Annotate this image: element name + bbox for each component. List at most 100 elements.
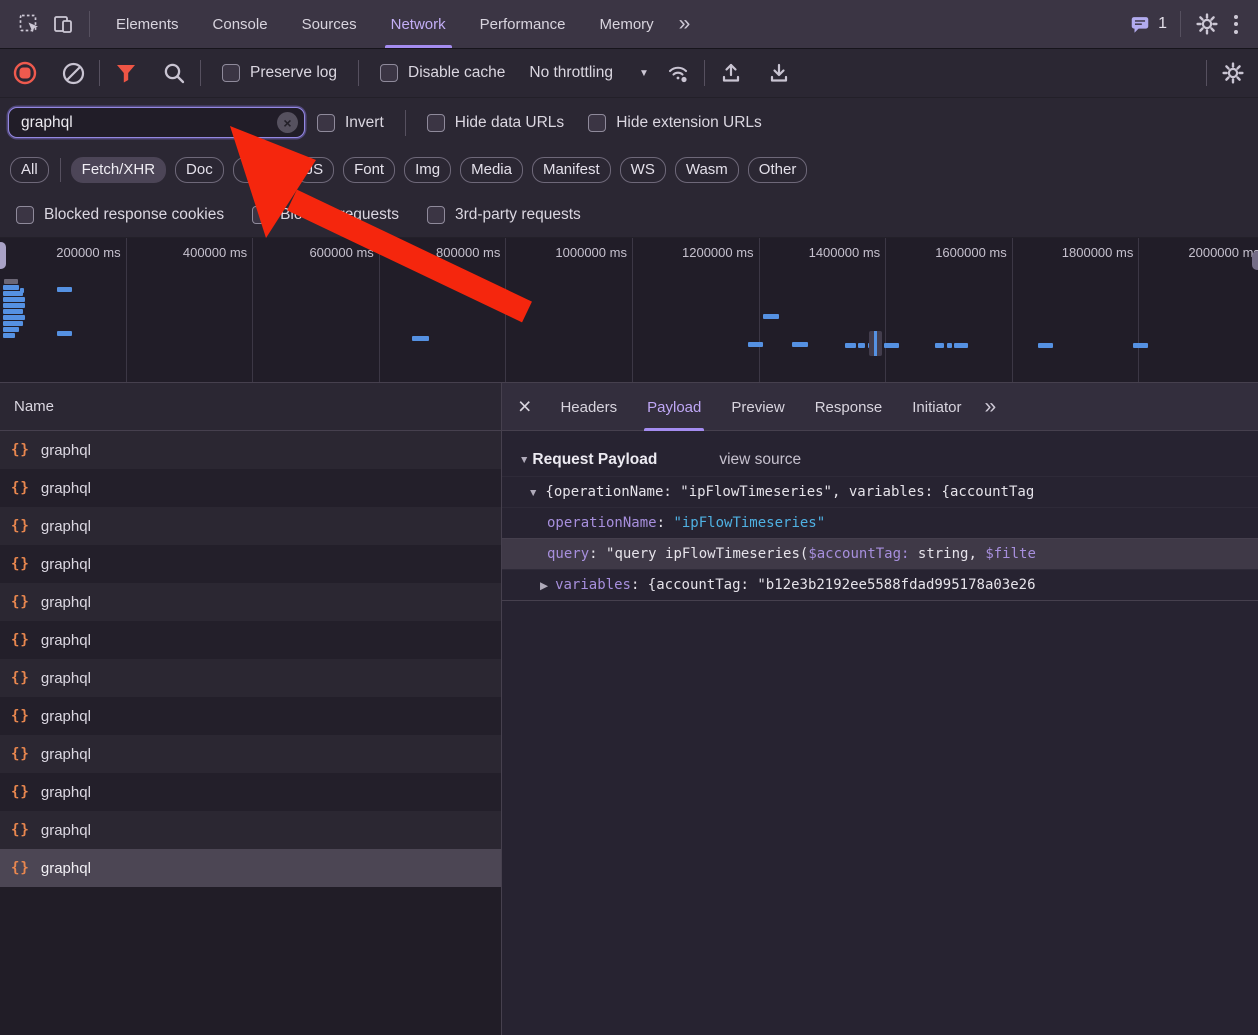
chip-font[interactable]: Font bbox=[343, 157, 395, 183]
payload-tree-row[interactable]: operationName: "ipFlowTimeseries" bbox=[502, 507, 1258, 538]
detail-tab-response[interactable]: Response bbox=[800, 383, 898, 431]
record-network-log-button[interactable] bbox=[8, 56, 42, 90]
close-details-icon[interactable]: × bbox=[518, 395, 531, 418]
device-toolbar-icon[interactable] bbox=[46, 7, 80, 41]
checkbox-box[interactable] bbox=[380, 64, 398, 82]
json-braces-icon: {} bbox=[11, 708, 30, 724]
chip-ws[interactable]: WS bbox=[620, 157, 666, 183]
name-column-header[interactable]: Name bbox=[0, 383, 501, 431]
request-payload-section[interactable]: ▼ Request Payload view source bbox=[502, 443, 1258, 476]
overview-scrollbar-nub[interactable] bbox=[1252, 251, 1258, 270]
chip-img[interactable]: Img bbox=[404, 157, 451, 183]
request-row[interactable]: {}graphql bbox=[0, 735, 501, 773]
filter-funnel-icon[interactable] bbox=[109, 56, 143, 90]
clear-network-log-button[interactable] bbox=[56, 56, 90, 90]
request-row[interactable]: {}graphql bbox=[0, 811, 501, 849]
blocked-response-cookies-checkbox[interactable]: Blocked response cookies bbox=[16, 206, 224, 224]
checkbox-box[interactable] bbox=[222, 64, 240, 82]
blocked-requests-checkbox[interactable]: Blocked requests bbox=[252, 206, 399, 224]
overview-request-bar bbox=[4, 279, 18, 284]
payload-tree-row[interactable]: query: "query ipFlowTimeseries($accountT… bbox=[502, 538, 1258, 569]
checkbox-box[interactable] bbox=[252, 206, 270, 224]
detail-tab-preview[interactable]: Preview bbox=[716, 383, 799, 431]
request-row[interactable]: {}graphql bbox=[0, 849, 501, 887]
detail-tab-headers[interactable]: Headers bbox=[545, 383, 632, 431]
network-overview-timeline[interactable]: 200000 ms400000 ms600000 ms800000 ms1000… bbox=[0, 238, 1258, 383]
filter-input-box[interactable]: × bbox=[8, 107, 305, 138]
view-source-link[interactable]: view source bbox=[719, 451, 801, 469]
overview-request-bar bbox=[3, 303, 25, 308]
import-har-icon[interactable] bbox=[714, 56, 748, 90]
hide-extension-urls-checkbox[interactable]: Hide extension URLs bbox=[588, 114, 762, 132]
request-name: graphql bbox=[41, 784, 91, 801]
filter-input[interactable] bbox=[19, 113, 277, 133]
chip-manifest[interactable]: Manifest bbox=[532, 157, 611, 183]
request-row[interactable]: {}graphql bbox=[0, 659, 501, 697]
request-row[interactable]: {}graphql bbox=[0, 507, 501, 545]
checkbox-box[interactable] bbox=[427, 206, 445, 224]
chip-wasm[interactable]: Wasm bbox=[675, 157, 739, 183]
console-messages-badge[interactable]: 1 bbox=[1125, 13, 1171, 35]
section-expanded-icon[interactable]: ▼ bbox=[519, 454, 529, 466]
chip-media[interactable]: Media bbox=[460, 157, 523, 183]
json-braces-icon: {} bbox=[11, 632, 30, 648]
network-conditions-icon[interactable] bbox=[661, 56, 695, 90]
request-row[interactable]: {} graphql bbox=[0, 773, 501, 811]
checkbox-box[interactable] bbox=[588, 114, 606, 132]
3rd-party-requests-checkbox[interactable]: 3rd-party requests bbox=[427, 206, 581, 224]
checkbox-box[interactable] bbox=[16, 206, 34, 224]
throttling-select[interactable]: No throttling ▼ bbox=[529, 64, 648, 82]
tab-memory[interactable]: Memory bbox=[583, 0, 671, 48]
request-row[interactable]: {} graphql bbox=[0, 621, 501, 659]
tab-network[interactable]: Network bbox=[374, 0, 463, 48]
request-list-panel: Name {}graphql{}graphql{}graphql{}graphq… bbox=[0, 383, 502, 1035]
tab-console[interactable]: Console bbox=[196, 0, 285, 48]
more-detail-tabs-icon[interactable]: » bbox=[976, 395, 1003, 419]
section-title: Request Payload bbox=[532, 451, 657, 469]
request-name: graphql bbox=[41, 518, 91, 535]
payload-token: operationName bbox=[547, 515, 657, 531]
timeline-tick: 2000000 ms bbox=[1139, 238, 1258, 382]
chip-doc[interactable]: Doc bbox=[175, 157, 224, 183]
export-har-icon[interactable] bbox=[762, 56, 796, 90]
request-row[interactable]: {}graphql bbox=[0, 469, 501, 507]
tab-performance[interactable]: Performance bbox=[463, 0, 583, 48]
json-braces-icon: {} bbox=[11, 784, 30, 800]
preserve-log-checkbox[interactable]: Preserve log bbox=[222, 64, 337, 82]
request-row[interactable]: {}graphql bbox=[0, 545, 501, 583]
payload-tree-row[interactable]: ▶variables: {accountTag: "b12e3b2192ee55… bbox=[502, 569, 1258, 600]
tree-expanded-icon[interactable]: ▼ bbox=[528, 487, 538, 499]
overview-left-handle[interactable] bbox=[0, 242, 6, 269]
more-panels-icon[interactable]: » bbox=[671, 12, 698, 36]
request-row[interactable]: {}graphql bbox=[0, 583, 501, 621]
chip-fetch-xhr[interactable]: Fetch/XHR bbox=[71, 157, 166, 183]
checkbox-box[interactable] bbox=[317, 114, 335, 132]
settings-gear-icon[interactable] bbox=[1190, 7, 1224, 41]
hide-data-urls-checkbox[interactable]: Hide data URLs bbox=[427, 114, 564, 132]
chip-js[interactable]: JS bbox=[295, 157, 335, 183]
chip-all[interactable]: All bbox=[10, 157, 49, 183]
search-icon[interactable] bbox=[157, 56, 191, 90]
payload-token: : bbox=[657, 515, 674, 531]
request-rows: {}graphql{}graphql{}graphql{}graphql{}gr… bbox=[0, 431, 501, 1035]
request-name: graphql bbox=[41, 632, 91, 649]
tree-collapsed-icon[interactable]: ▶ bbox=[540, 580, 548, 592]
request-row[interactable]: {}graphql bbox=[0, 697, 501, 735]
network-settings-gear-icon[interactable] bbox=[1216, 56, 1250, 90]
overview-request-bar bbox=[57, 331, 72, 336]
detail-tab-payload[interactable]: Payload bbox=[632, 383, 716, 431]
inspect-element-icon[interactable] bbox=[12, 7, 46, 41]
checkbox-box[interactable] bbox=[427, 114, 445, 132]
clear-filter-icon[interactable]: × bbox=[277, 112, 298, 133]
disable-cache-checkbox[interactable]: Disable cache bbox=[380, 64, 505, 82]
chip-other[interactable]: Other bbox=[748, 157, 808, 183]
tab-sources[interactable]: Sources bbox=[285, 0, 374, 48]
payload-tree-row[interactable]: ▼{operationName: "ipFlowTimeseries", var… bbox=[502, 476, 1258, 507]
invert-checkbox[interactable]: Invert bbox=[317, 114, 384, 132]
tab-elements[interactable]: Elements bbox=[99, 0, 196, 48]
request-row[interactable]: {}graphql bbox=[0, 431, 501, 469]
chip-css[interactable]: CSS bbox=[233, 157, 286, 183]
menu-kebab-icon[interactable] bbox=[1224, 15, 1248, 34]
overview-request-bar bbox=[3, 315, 25, 320]
detail-tab-initiator[interactable]: Initiator bbox=[897, 383, 976, 431]
